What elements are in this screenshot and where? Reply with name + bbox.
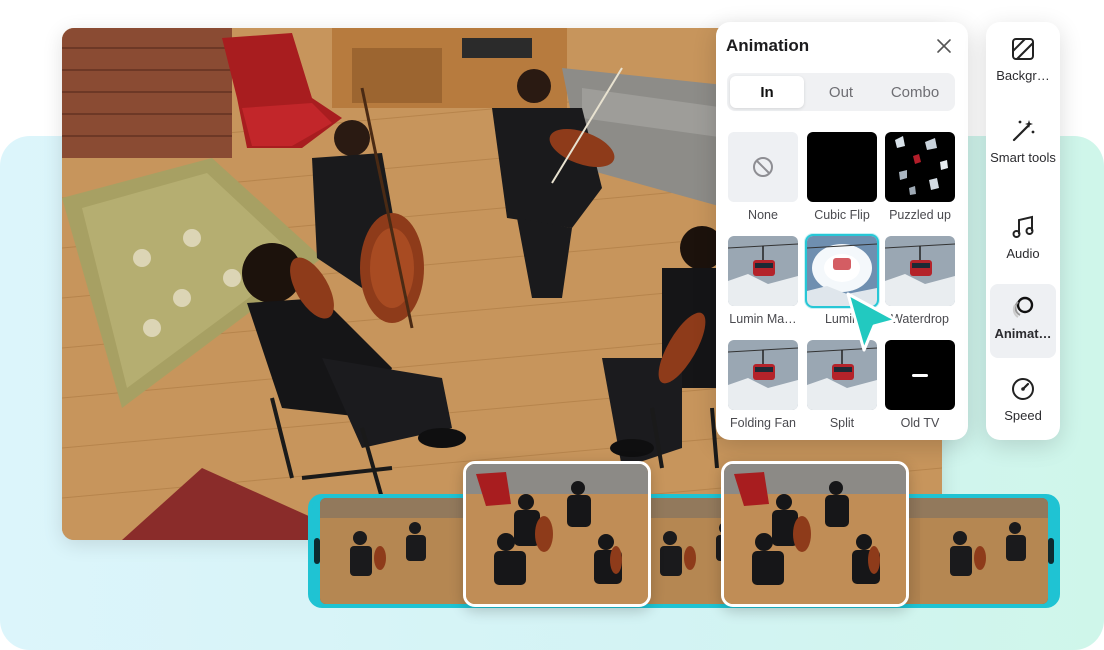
timeline-clip[interactable] <box>308 494 1060 608</box>
pointer-cursor-icon <box>846 292 898 352</box>
animation-label: Lumin Ma… <box>729 312 797 326</box>
toolbar-smart-tools[interactable]: Smart tools <box>990 118 1056 194</box>
gondola-thumbnail <box>728 236 798 306</box>
animation-none[interactable]: None <box>728 132 798 222</box>
puzzled-up-thumbnail <box>885 132 955 202</box>
side-toolbar: Backgr… Smart tools Audio Animat… Speed <box>986 22 1060 440</box>
toolbar-label: Animat… <box>994 326 1052 341</box>
timeline-left-handle[interactable] <box>314 538 320 564</box>
puzzle-pieces-illustration <box>895 136 948 195</box>
animation-type-tabs: In Out Combo <box>727 73 955 111</box>
tab-in[interactable]: In <box>730 76 804 108</box>
magic-wand-icon <box>1012 120 1035 142</box>
folding-fan-thumbnail <box>728 340 798 410</box>
animation-icon <box>1012 296 1034 318</box>
animation-folding-fan[interactable]: Folding Fan <box>728 340 798 430</box>
animation-label: Cubic Flip <box>814 208 870 222</box>
toolbar-label: Audio <box>1006 246 1040 261</box>
timeline-frames-illustration <box>320 498 1048 604</box>
cubic-flip-thumbnail <box>807 132 877 202</box>
none-icon <box>753 157 773 177</box>
timeline-frame-card[interactable] <box>463 461 651 607</box>
timeline-frames <box>320 498 1048 604</box>
speedometer-icon <box>1012 378 1034 400</box>
close-icon[interactable] <box>934 36 954 56</box>
animation-lumin-ma[interactable]: Lumin Ma… <box>728 236 798 326</box>
gondola-illustration <box>728 340 798 410</box>
none-thumbnail <box>728 132 798 202</box>
animation-label: None <box>748 208 778 222</box>
animation-label: Puzzled up <box>889 208 951 222</box>
animation-panel: Animation In Out Combo None Cubic Flip P… <box>716 22 968 440</box>
animation-label: Split <box>829 416 855 430</box>
background-icon <box>1012 38 1034 60</box>
toolbar-label: Smart tools <box>990 150 1056 165</box>
toolbar-label: Speed <box>1004 408 1042 423</box>
editor-stage: Animation In Out Combo None Cubic Flip P… <box>0 0 1104 650</box>
panel-title: Animation <box>726 36 810 55</box>
frame-illustration <box>466 464 648 604</box>
gondola-illustration <box>728 236 798 306</box>
animation-puzzled-up[interactable]: Puzzled up <box>885 132 955 222</box>
toolbar-speed[interactable]: Speed <box>990 376 1056 436</box>
tab-combo[interactable]: Combo <box>878 76 952 108</box>
frame-illustration <box>724 464 906 604</box>
animation-label: Old TV <box>900 416 940 430</box>
animation-label: Folding Fan <box>729 416 796 430</box>
toolbar-label: Backgr… <box>996 68 1050 83</box>
old-tv-line <box>912 373 928 377</box>
toolbar-audio[interactable]: Audio <box>990 214 1056 274</box>
toolbar-background[interactable]: Backgr… <box>990 36 1056 96</box>
timeline-right-handle[interactable] <box>1048 538 1054 564</box>
tab-out[interactable]: Out <box>804 76 878 108</box>
animation-cubic-flip[interactable]: Cubic Flip <box>807 132 877 222</box>
toolbar-animation[interactable]: Animat… <box>990 284 1056 358</box>
music-note-icon <box>1012 215 1034 238</box>
timeline-frame-card[interactable] <box>721 461 909 607</box>
